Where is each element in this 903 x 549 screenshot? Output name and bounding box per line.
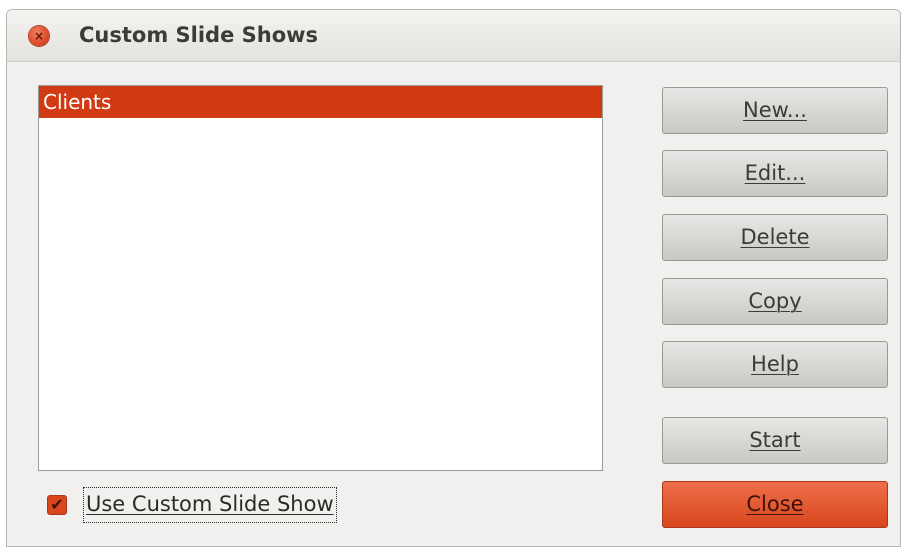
close-button[interactable]: Close: [662, 481, 888, 528]
slide-show-list[interactable]: Clients: [38, 85, 603, 471]
delete-button[interactable]: Delete: [662, 214, 888, 261]
help-button[interactable]: Help: [662, 341, 888, 388]
use-custom-slide-show-label[interactable]: Use Custom Slide Show: [83, 487, 337, 523]
dialog-title: Custom Slide Shows: [79, 23, 319, 47]
title-bar: × Custom Slide Shows: [7, 10, 900, 62]
close-icon[interactable]: ×: [29, 26, 49, 46]
edit-button[interactable]: Edit...: [662, 150, 888, 197]
delete-button-label: Delete: [740, 225, 810, 249]
list-item[interactable]: Clients: [39, 86, 602, 118]
start-button[interactable]: Start: [662, 417, 888, 464]
help-button-label: Help: [751, 352, 799, 376]
new-button[interactable]: New...: [662, 87, 888, 134]
new-button-label: New...: [743, 98, 807, 122]
custom-slide-shows-dialog: × Custom Slide Shows Clients New... Edit…: [6, 9, 901, 547]
checkmark-icon[interactable]: ✔: [47, 495, 67, 515]
copy-button[interactable]: Copy: [662, 278, 888, 325]
copy-button-label: Copy: [748, 289, 802, 313]
start-button-label: Start: [749, 428, 801, 452]
close-button-label: Close: [746, 492, 804, 516]
edit-button-label: Edit...: [744, 161, 806, 185]
